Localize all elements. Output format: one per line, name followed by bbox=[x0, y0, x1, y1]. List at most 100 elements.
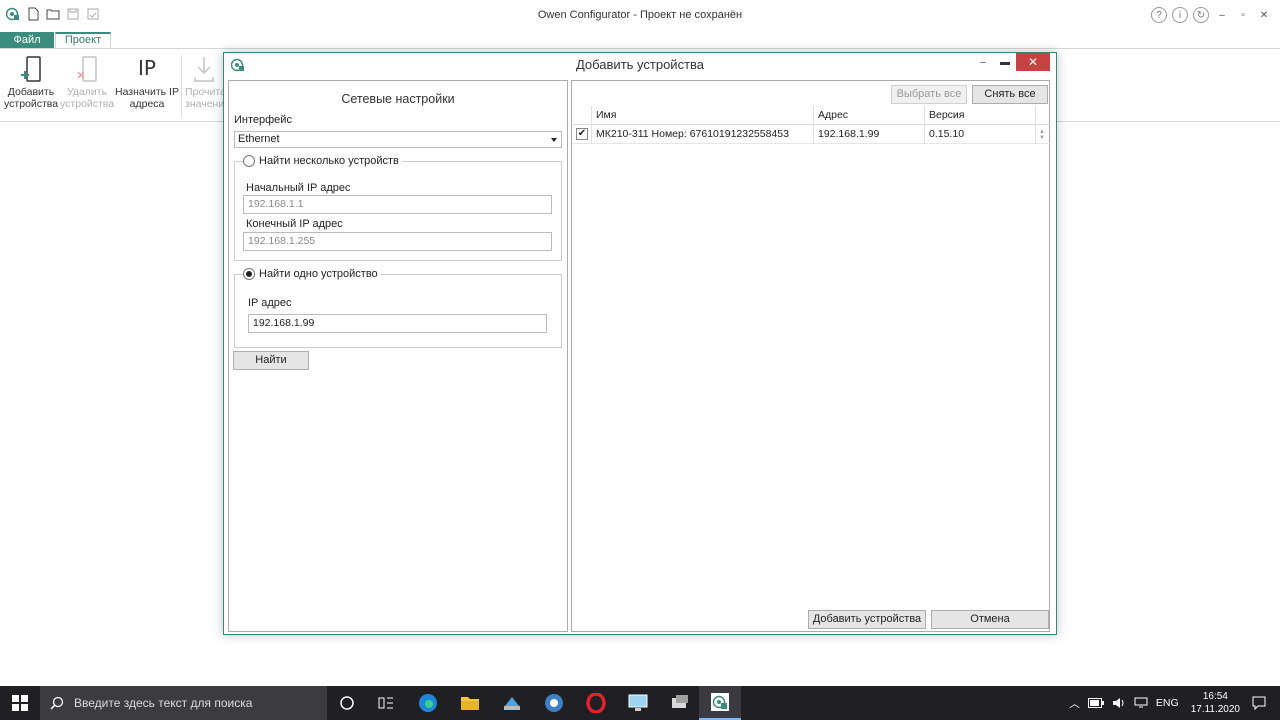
add-devices-button[interactable]: Добавить устройства bbox=[4, 53, 58, 110]
header-check-column bbox=[573, 106, 592, 125]
info-icon[interactable]: i bbox=[1172, 7, 1188, 23]
remove-devices-button[interactable]: Удалить устройства bbox=[60, 53, 114, 110]
network-app-icon[interactable] bbox=[491, 686, 533, 720]
select-all-button[interactable]: Выбрать все bbox=[891, 85, 967, 104]
task-view-icon[interactable] bbox=[326, 686, 368, 720]
dialog-title: Добавить устройства bbox=[575, 57, 705, 72]
interface-label: Интерфейс bbox=[234, 114, 292, 126]
ip-address-input[interactable]: 192.168.1.99 bbox=[248, 314, 547, 333]
maximize-button[interactable]: ▫ bbox=[1235, 7, 1251, 23]
timeline-icon[interactable] bbox=[365, 686, 407, 720]
devices-table: Имя Адрес Версия ✔ МК210-311 Номер: 6761… bbox=[573, 106, 1050, 148]
find-single-label: Найти одно устройство bbox=[259, 268, 378, 280]
remove-devices-label-2: устройства bbox=[60, 98, 115, 110]
owen-configurator-taskbar-icon[interactable] bbox=[699, 686, 741, 720]
row-version: 0.15.10 bbox=[925, 125, 1036, 144]
deselect-all-button[interactable]: Снять все bbox=[972, 85, 1048, 104]
checkbox-checked-icon[interactable]: ✔ bbox=[576, 128, 588, 140]
close-button[interactable]: ✕ bbox=[1256, 7, 1272, 23]
network-settings-heading: Сетевые настройки bbox=[341, 92, 455, 106]
language-indicator[interactable]: ENG bbox=[1156, 697, 1179, 709]
file-explorer-icon[interactable] bbox=[449, 686, 491, 720]
dialog-close-button[interactable]: ✕ bbox=[1016, 53, 1050, 71]
dialog-minimize-button[interactable]: – bbox=[972, 53, 994, 71]
edge-browser-icon[interactable] bbox=[407, 686, 449, 720]
network-icon[interactable] bbox=[1134, 697, 1148, 709]
end-ip-input[interactable]: 192.168.1.255 bbox=[243, 232, 552, 251]
taskbar: Введите здесь текст для поиска ︿ ENG 16:… bbox=[0, 686, 1280, 720]
start-ip-input[interactable]: 192.168.1.1 bbox=[243, 195, 552, 214]
update-icon[interactable]: ↻ bbox=[1193, 7, 1209, 23]
ribbon-tabs: Файл Проект bbox=[0, 32, 1280, 48]
download-icon bbox=[185, 53, 223, 83]
assign-ip-button[interactable]: IP Назначить IP адреса bbox=[114, 53, 180, 110]
ip-address-label: IP адрес bbox=[248, 297, 292, 309]
start-button[interactable] bbox=[0, 686, 40, 720]
help-icon[interactable]: ? bbox=[1151, 7, 1167, 23]
tab-file[interactable]: Файл bbox=[0, 32, 54, 48]
start-ip-label: Начальный IP адрес bbox=[246, 182, 351, 194]
dialog-maximize-button[interactable]: ▬ bbox=[994, 53, 1016, 71]
find-multiple-radio[interactable]: Найти несколько устройств bbox=[243, 155, 402, 167]
ribbon-separator bbox=[181, 55, 182, 117]
cancel-button[interactable]: Отмена bbox=[931, 610, 1049, 629]
header-version[interactable]: Версия bbox=[925, 106, 1036, 125]
assign-ip-label-1: Назначить IP bbox=[115, 86, 179, 98]
read-values-label-1: Прочита bbox=[185, 86, 223, 98]
assign-ip-label-2: адреса bbox=[129, 98, 165, 110]
radio-indicator bbox=[243, 155, 255, 167]
header-address[interactable]: Адрес bbox=[814, 106, 925, 125]
clock[interactable]: 16:54 17.11.2020 bbox=[1191, 690, 1240, 716]
configurator-app-icon[interactable] bbox=[533, 686, 575, 720]
header-name[interactable]: Имя bbox=[592, 106, 814, 125]
search-placeholder: Введите здесь текст для поиска bbox=[74, 696, 253, 710]
volume-icon[interactable] bbox=[1112, 697, 1126, 709]
read-values-label-2: значени bbox=[185, 98, 223, 110]
devices-panel: Выбрать все Снять все Имя Адрес Версия ✔… bbox=[571, 80, 1050, 632]
remote-desktop-icon[interactable] bbox=[617, 686, 659, 720]
title-bar-controls: ? i ↻ – ▫ ✕ bbox=[1151, 7, 1272, 23]
app-title: Owen Configurator - Проект не сохранён bbox=[537, 9, 743, 21]
read-values-button[interactable]: Прочита значени bbox=[185, 53, 223, 110]
row-name: МК210-311 Номер: 67610191232558453 bbox=[592, 125, 814, 144]
ip-icon: IP bbox=[138, 56, 156, 80]
end-ip-label: Конечный IP адрес bbox=[246, 218, 343, 230]
scroll-arrows-icon[interactable]: ▲ ▼ bbox=[1036, 125, 1048, 144]
search-icon bbox=[50, 696, 64, 710]
interface-select-value: Ethernet bbox=[238, 133, 280, 145]
table-row[interactable]: ✔ МК210-311 Номер: 67610191232558453 192… bbox=[573, 125, 1050, 144]
remove-devices-label-1: Удалить bbox=[66, 86, 108, 98]
network-settings-panel: Сетевые настройки Интерфейс Ethernet Най… bbox=[228, 80, 568, 632]
battery-icon[interactable] bbox=[1087, 698, 1104, 708]
main-title-bar: Owen Configurator - Проект не сохранён ?… bbox=[0, 0, 1280, 32]
add-devices-label-2: устройства bbox=[4, 98, 59, 110]
header-scroll-column bbox=[1036, 106, 1050, 125]
table-header: Имя Адрес Версия bbox=[573, 106, 1050, 125]
dialog-title-bar: Добавить устройства – ▬ ✕ bbox=[224, 53, 1056, 77]
dialog-window-controls: – ▬ ✕ bbox=[972, 53, 1050, 71]
device-manager-icon[interactable] bbox=[659, 686, 701, 720]
radio-indicator-selected bbox=[243, 268, 255, 280]
taskbar-search-box[interactable]: Введите здесь текст для поиска bbox=[40, 686, 327, 720]
add-devices-confirm-button[interactable]: Добавить устройства bbox=[808, 610, 926, 629]
row-address: 192.168.1.99 bbox=[814, 125, 925, 144]
find-single-radio[interactable]: Найти одно устройство bbox=[243, 268, 381, 280]
chevron-down-icon bbox=[551, 138, 557, 142]
add-devices-label-1: Добавить bbox=[7, 86, 55, 98]
minimize-button[interactable]: – bbox=[1214, 7, 1230, 23]
clock-time: 16:54 bbox=[1202, 691, 1228, 702]
find-button[interactable]: Найти bbox=[233, 351, 309, 370]
single-search-group bbox=[234, 274, 562, 348]
notifications-icon[interactable] bbox=[1252, 696, 1266, 710]
opera-browser-icon[interactable] bbox=[575, 686, 617, 720]
tab-project[interactable]: Проект bbox=[55, 32, 111, 48]
chevron-up-icon[interactable]: ︿ bbox=[1069, 696, 1080, 711]
row-scroll-cell: ▲ ▼ bbox=[1036, 125, 1050, 144]
system-tray: ︿ ENG 16:54 17.11.2020 bbox=[1065, 686, 1280, 720]
row-checkbox-cell[interactable]: ✔ bbox=[573, 125, 592, 144]
find-multiple-label: Найти несколько устройств bbox=[259, 155, 399, 167]
add-devices-dialog: Добавить устройства – ▬ ✕ Сетевые настро… bbox=[223, 52, 1057, 635]
interface-select[interactable]: Ethernet bbox=[234, 131, 562, 148]
add-device-icon bbox=[4, 53, 58, 83]
remove-device-icon bbox=[60, 53, 114, 83]
